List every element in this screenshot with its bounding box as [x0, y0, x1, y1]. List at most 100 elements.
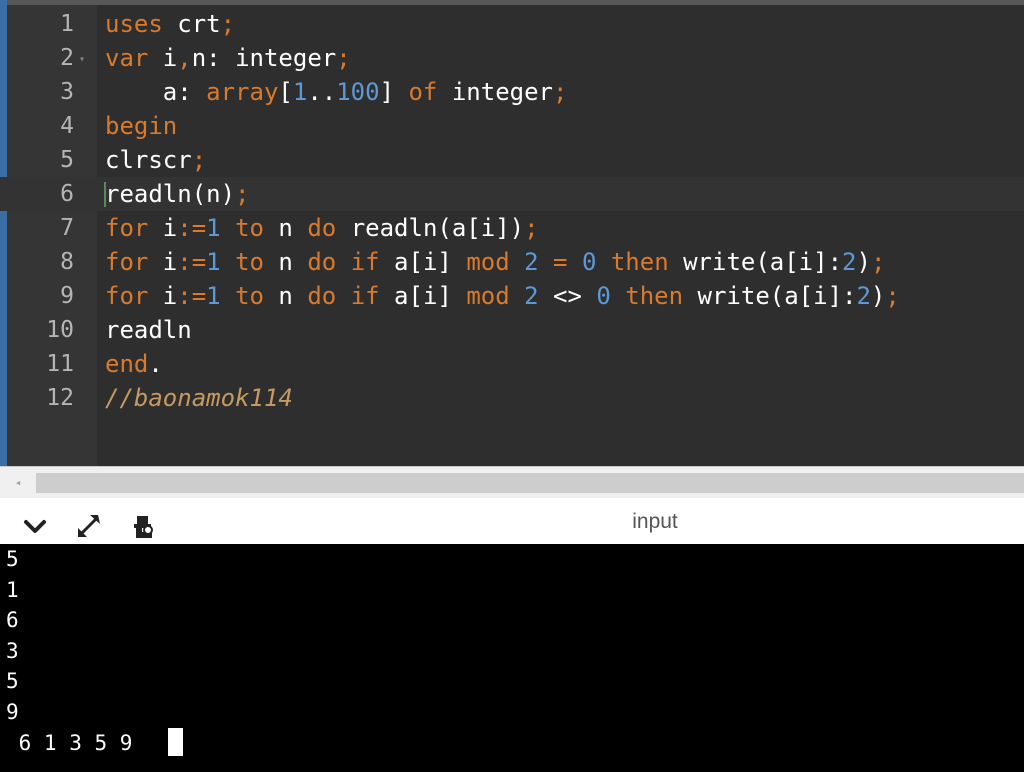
console-output[interactable]: 5 1 6 3 5 9 6 1 3 5 9 [0, 544, 1024, 772]
panel-separator [0, 498, 1024, 508]
code-token: 1 [206, 282, 221, 310]
code-line[interactable]: 5 clrscr; [0, 143, 1024, 177]
code-token: n: integer [191, 44, 337, 72]
code-token: do [307, 214, 337, 242]
code-token: crt [162, 10, 221, 38]
code-token: begin [105, 112, 178, 140]
line-number: 4 [60, 113, 74, 139]
code-line[interactable]: 10 readln [0, 313, 1024, 347]
scroll-left-arrow-icon[interactable]: ◂ [7, 472, 29, 494]
code-token: 2 [856, 282, 871, 310]
code-token: , [177, 44, 192, 72]
code-line[interactable]: 11 end. [0, 347, 1024, 381]
code-token: .. [307, 78, 337, 106]
code-token: to [235, 214, 264, 242]
code-token: a[i] [379, 248, 467, 276]
line-number: 1 [60, 11, 74, 37]
code-token: a[i] [379, 282, 467, 310]
code-editor[interactable]: 1 uses crt; 2 ▾ var i,n: integer; 3 a: array[… [0, 0, 1024, 466]
code-token: i [148, 282, 178, 310]
console-line: 3 [6, 638, 19, 663]
scrollbar-thumb[interactable] [36, 473, 1024, 493]
console-line: 1 [6, 577, 19, 602]
code-token: ; [870, 248, 886, 276]
code-token: for [105, 248, 149, 276]
line-number: 8 [60, 249, 74, 275]
code-token: 100 [336, 78, 380, 106]
code-token: ) [856, 248, 871, 276]
code-token: end [105, 350, 149, 378]
code-token: 0 [581, 248, 597, 276]
code-token: if [350, 282, 380, 310]
code-token: 1 [292, 78, 308, 106]
code-token: write(a[i]: [683, 282, 857, 310]
line-number: 3 [60, 79, 74, 105]
console-line: 6 [6, 608, 19, 633]
code-line[interactable]: 9 for i:=1 to n do if a[i] mod 2 <> 0 the… [0, 279, 1024, 313]
code-token: for [105, 214, 149, 242]
code-token: do [307, 282, 337, 310]
code-token: write(a[i]: [668, 248, 843, 276]
chevron-down-icon[interactable] [20, 512, 50, 540]
code-token: ; [191, 146, 207, 174]
fold-arrow-icon[interactable]: ▾ [79, 55, 85, 65]
code-text: for i:=1 to n do readln(a[i]); [105, 211, 539, 245]
code-token: integer [437, 78, 553, 106]
code-token: mod [466, 248, 510, 276]
code-token: := [177, 282, 207, 310]
code-line[interactable]: 7 for i:=1 to n do readln(a[i]); [0, 211, 1024, 245]
text-cursor [104, 182, 106, 207]
code-text: begin [105, 109, 177, 143]
code-line[interactable]: 2 ▾ var i,n: integer; [0, 41, 1024, 75]
editor-top-border [0, 0, 1024, 5]
code-token: := [177, 248, 207, 276]
code-token: . [148, 350, 163, 378]
code-token: n [263, 248, 308, 276]
code-line[interactable]: 3 a: array[1..100] of integer; [0, 75, 1024, 109]
console-line: 9 [6, 700, 19, 724]
code-token: then [625, 282, 684, 310]
code-line[interactable]: 12 //baonamok114 [0, 381, 1024, 415]
code-token: then [610, 248, 669, 276]
line-number: 6 [60, 181, 74, 207]
code-line[interactable]: 1 uses crt; [0, 7, 1024, 41]
code-token: 2 [842, 248, 857, 276]
code-token: i [148, 44, 178, 72]
code-token: do [307, 248, 337, 276]
code-token: readln [105, 316, 192, 344]
code-text: a: array[1..100] of integer; [105, 75, 568, 109]
code-token: <> [538, 282, 597, 310]
code-text: clrscr; [105, 143, 206, 177]
code-text: uses crt; [105, 7, 235, 41]
code-token: ; [220, 10, 236, 38]
code-text: readln [105, 313, 192, 347]
line-number: 2 [60, 45, 74, 71]
horizontal-scrollbar[interactable]: ◂ [0, 466, 1024, 499]
code-token: for [105, 282, 149, 310]
code-token: = [553, 248, 568, 276]
code-token: ; [336, 44, 351, 72]
code-token: ] [379, 78, 409, 106]
code-token: to [235, 248, 264, 276]
code-token: to [235, 282, 264, 310]
code-line[interactable]: 4 begin [0, 109, 1024, 143]
expand-icon[interactable] [74, 512, 104, 540]
run-settings-icon[interactable] [128, 512, 158, 540]
line-number: 9 [60, 283, 74, 309]
terminal-cursor [168, 728, 183, 756]
code-line[interactable]: 8 for i:=1 to n do if a[i] mod 2 = 0 then… [0, 245, 1024, 279]
code-line[interactable]: 6 readln(n); [0, 177, 1024, 211]
code-token: n [263, 214, 308, 242]
line-number: 11 [46, 351, 74, 377]
output-panel-toolbar: input [0, 508, 1024, 544]
console-line: 5 [6, 669, 19, 694]
